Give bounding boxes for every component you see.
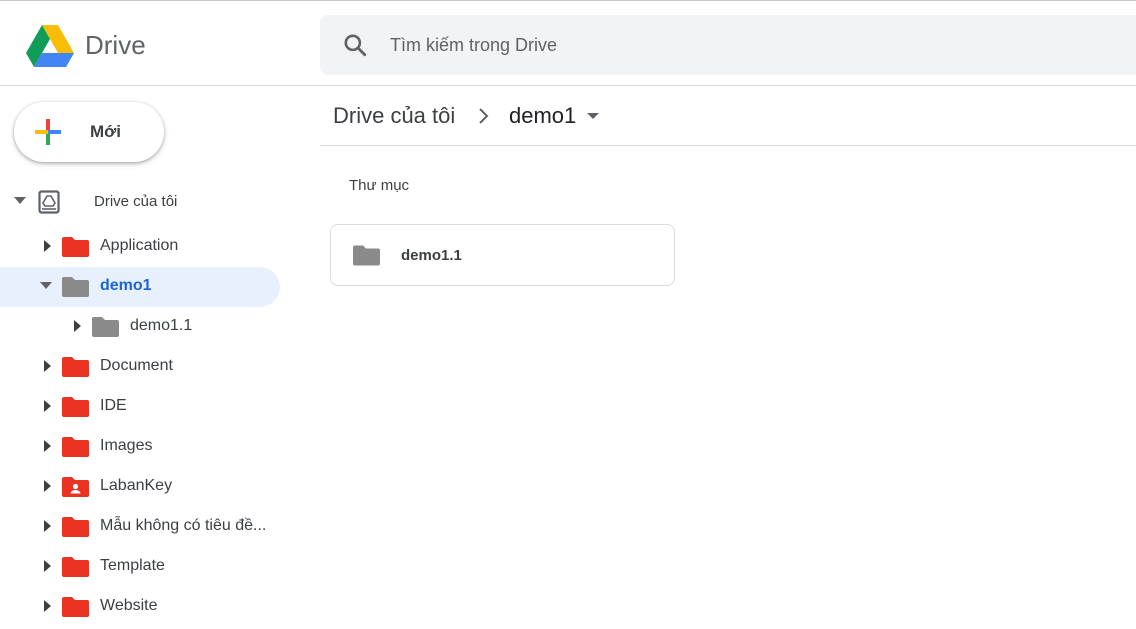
- folder-icon: [92, 317, 119, 337]
- sidebar-item-application[interactable]: Application: [0, 226, 280, 266]
- breadcrumb-root[interactable]: Drive của tôi: [333, 103, 455, 129]
- sidebar-item-ide[interactable]: IDE: [0, 386, 280, 426]
- my-drive-icon: [38, 190, 60, 214]
- caret-down-icon[interactable]: [14, 197, 26, 205]
- folder-icon: [62, 517, 89, 537]
- new-button-label: Mới: [90, 122, 121, 141]
- shared-folder-icon: [62, 477, 89, 497]
- caret-down-icon[interactable]: [586, 111, 600, 121]
- plus-icon: [35, 119, 61, 145]
- caret-right-icon[interactable]: [43, 600, 53, 612]
- sidebar-item-labankey[interactable]: LabanKey: [0, 466, 280, 506]
- folder-icon: [353, 245, 380, 266]
- section-title-folders: Thư mục: [349, 177, 410, 194]
- drive-logo-icon[interactable]: [26, 25, 74, 67]
- sidebar-item-untitled-template[interactable]: Mẫu không có tiêu đề...: [0, 506, 280, 546]
- sidebar-item-label: Application: [100, 237, 179, 254]
- folder-icon: [62, 397, 89, 417]
- caret-right-icon[interactable]: [43, 400, 53, 412]
- search-input[interactable]: [390, 31, 990, 59]
- sidebar-item-label: demo1: [100, 277, 152, 294]
- folder-card-label: demo1.1: [401, 247, 462, 264]
- sidebar-item-demo1[interactable]: demo1: [0, 266, 280, 306]
- search-bar[interactable]: [320, 15, 1136, 75]
- caret-right-icon[interactable]: [43, 520, 53, 532]
- caret-right-icon[interactable]: [43, 360, 53, 372]
- folder-card-demo1-1[interactable]: demo1.1: [330, 224, 675, 286]
- sidebar-item-label: Images: [100, 437, 153, 454]
- breadcrumb-divider: [320, 145, 1136, 146]
- chevron-right-icon: [479, 108, 489, 124]
- sidebar-item-label: LabanKey: [100, 477, 173, 494]
- sidebar-item-my-drive[interactable]: Drive của tôi: [0, 181, 280, 221]
- sidebar-item-label: Website: [100, 597, 158, 614]
- app-header: Drive: [0, 4, 1136, 86]
- caret-right-icon[interactable]: [73, 320, 83, 332]
- folder-icon: [62, 557, 89, 577]
- caret-right-icon[interactable]: [43, 560, 53, 572]
- sidebar-item-label: Template: [100, 557, 165, 574]
- sidebar-item-demo1-1[interactable]: demo1.1: [0, 306, 280, 346]
- sidebar-item-images[interactable]: Images: [0, 426, 280, 466]
- new-button[interactable]: Mới: [14, 102, 164, 162]
- search-icon[interactable]: [342, 32, 368, 58]
- sidebar-item-document[interactable]: Document: [0, 346, 280, 386]
- caret-right-icon[interactable]: [43, 480, 53, 492]
- caret-right-icon[interactable]: [43, 240, 53, 252]
- caret-down-icon[interactable]: [40, 282, 52, 290]
- caret-right-icon[interactable]: [43, 440, 53, 452]
- folder-icon: [62, 437, 89, 457]
- folder-icon: [62, 237, 89, 257]
- sidebar-item-template[interactable]: Template: [0, 546, 280, 586]
- app-brand-name[interactable]: Drive: [85, 30, 146, 60]
- sidebar-item-label: IDE: [100, 397, 127, 414]
- sidebar-item-label: Mẫu không có tiêu đề...: [100, 517, 267, 534]
- sidebar-item-label: Drive của tôi: [94, 193, 178, 210]
- sidebar-item-website[interactable]: Website: [0, 586, 280, 626]
- folder-icon: [62, 357, 89, 377]
- breadcrumb-current-folder[interactable]: demo1: [509, 103, 576, 129]
- folder-icon: [62, 597, 89, 617]
- sidebar-item-label: demo1.1: [130, 317, 193, 334]
- sidebar-item-label: Document: [100, 357, 173, 374]
- folder-icon: [62, 277, 89, 297]
